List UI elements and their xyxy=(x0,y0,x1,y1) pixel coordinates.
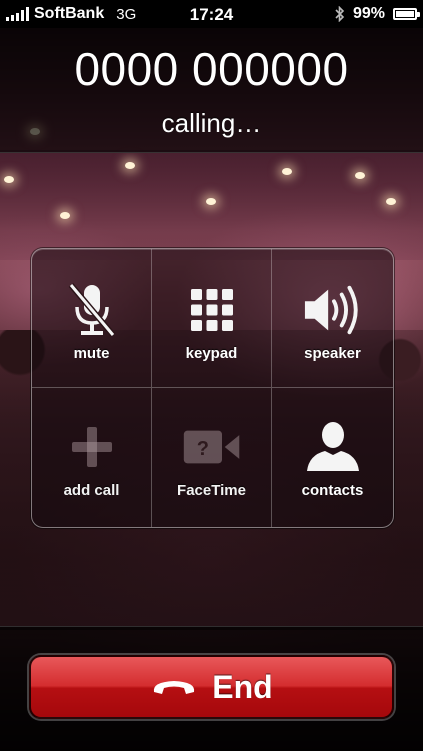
svg-text:?: ? xyxy=(196,438,208,460)
battery-icon xyxy=(393,8,420,20)
facetime-label: FaceTime xyxy=(177,482,246,499)
add-call-button[interactable]: add call xyxy=(32,388,152,527)
mic-muted-icon xyxy=(62,281,122,339)
contacts-button[interactable]: contacts xyxy=(272,388,393,527)
contacts-label: contacts xyxy=(301,482,364,499)
plus-icon xyxy=(62,418,122,476)
add-call-label: add call xyxy=(63,482,120,499)
facetime-button[interactable]: ? FaceTime xyxy=(152,388,272,527)
call-controls-panel: mute keypad speaker add call ? FaceTime … xyxy=(31,248,394,528)
speaker-button[interactable]: speaker xyxy=(272,249,393,388)
end-call-label: End xyxy=(212,668,273,705)
person-icon xyxy=(303,418,363,476)
facetime-icon: ? xyxy=(182,418,242,476)
mute-label: mute xyxy=(73,345,110,362)
battery-percent: 99% xyxy=(352,5,385,22)
speaker-icon xyxy=(303,281,363,339)
keypad-button[interactable]: keypad xyxy=(152,249,272,388)
call-status: calling… xyxy=(161,108,262,138)
status-bar: SoftBank 3G 17:24 99% xyxy=(0,0,423,28)
speaker-label: speaker xyxy=(304,345,361,362)
bluetooth-icon xyxy=(335,6,345,22)
phone-number: 0000 000000 xyxy=(74,43,349,95)
network-type: 3G xyxy=(116,5,137,23)
ceiling xyxy=(0,150,423,260)
carrier-name: SoftBank xyxy=(34,5,105,22)
signal-icon xyxy=(6,7,29,21)
keypad-icon xyxy=(182,281,242,339)
keypad-label: keypad xyxy=(185,345,238,362)
end-call-button[interactable]: End xyxy=(29,655,394,719)
hangup-icon xyxy=(154,681,195,694)
mute-button[interactable]: mute xyxy=(32,249,152,388)
